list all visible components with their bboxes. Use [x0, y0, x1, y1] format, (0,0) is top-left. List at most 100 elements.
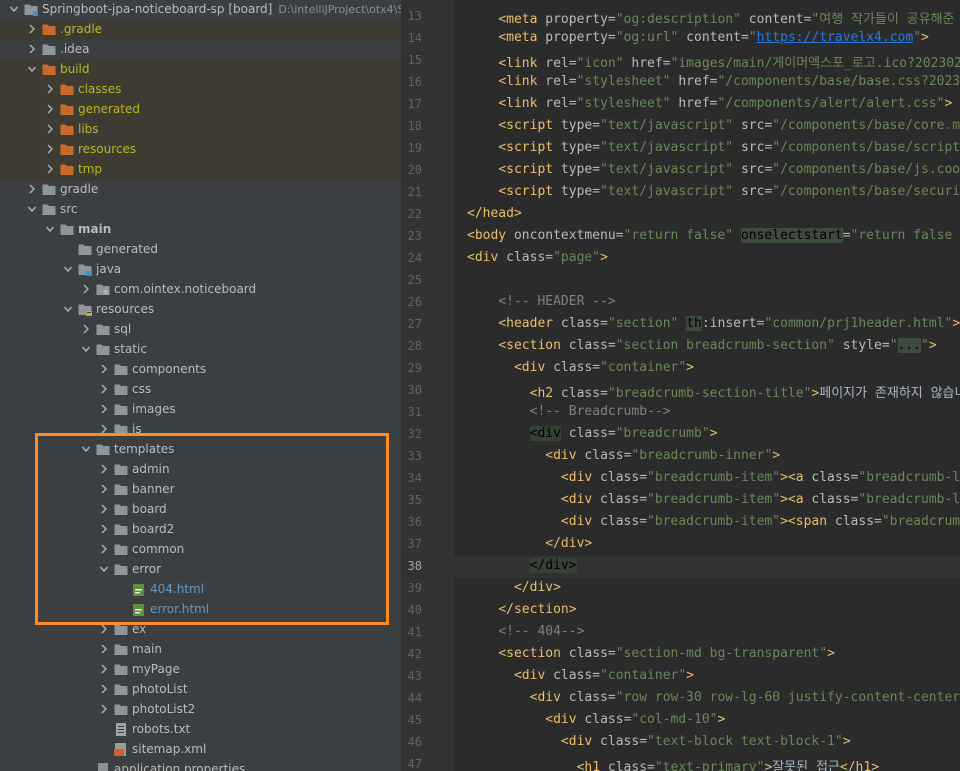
- chevron-right-icon[interactable]: [99, 703, 109, 715]
- chevron-right-icon[interactable]: [45, 163, 55, 175]
- tree-item[interactable]: generated: [0, 240, 401, 260]
- tree-item[interactable]: board2: [0, 520, 401, 540]
- tree-item[interactable]: images: [0, 400, 401, 420]
- code-line[interactable]: 19 <script type="text/javascript" src="/…: [404, 138, 960, 160]
- chevron-right-icon[interactable]: [99, 663, 109, 675]
- tree-item[interactable]: com.ointex.noticeboard: [0, 280, 401, 300]
- chevron-right-icon[interactable]: [45, 123, 55, 135]
- chevron-right-icon[interactable]: [99, 483, 109, 495]
- code-line[interactable]: 28 <section class="section breadcrumb-se…: [404, 336, 960, 358]
- chevron-right-icon[interactable]: [99, 683, 109, 695]
- code-line[interactable]: 47 <h1 class="text-primary">잘못된 접근</h1>: [404, 754, 960, 771]
- tree-item[interactable]: main: [0, 640, 401, 660]
- chevron-down-icon[interactable]: [81, 443, 91, 455]
- tree-item[interactable]: sql: [0, 320, 401, 340]
- tree-item[interactable]: admin: [0, 460, 401, 480]
- chevron-down-icon[interactable]: [81, 343, 91, 355]
- chevron-right-icon[interactable]: [99, 623, 109, 635]
- tree-item[interactable]: application.properties: [0, 760, 401, 771]
- code-line[interactable]: 15 <link rel="icon" href="images/main/게이…: [404, 50, 960, 72]
- tree-item[interactable]: resources: [0, 300, 401, 320]
- tree-item[interactable]: java: [0, 260, 401, 280]
- code-line[interactable]: 24 <div class="page">: [404, 248, 960, 270]
- tree-item[interactable]: common: [0, 540, 401, 560]
- chevron-right-icon[interactable]: [45, 143, 55, 155]
- tree-item[interactable]: js: [0, 420, 401, 440]
- code-line[interactable]: 35 <div class="breadcrumb-item"><a class…: [404, 490, 960, 512]
- chevron-down-icon[interactable]: [9, 3, 19, 15]
- tree-item[interactable]: myPage: [0, 660, 401, 680]
- tree-item[interactable]: photoList2: [0, 700, 401, 720]
- project-tree-panel[interactable]: Springboot-jpa-noticeboard-sp [board] D:\…: [0, 0, 401, 771]
- chevron-right-icon[interactable]: [99, 643, 109, 655]
- code-line[interactable]: 38 </div>: [404, 556, 960, 578]
- code-line[interactable]: 30 <h2 class="breadcrumb-section-title">…: [404, 380, 960, 402]
- code-line[interactable]: 21 <script type="text/javascript" src="/…: [404, 182, 960, 204]
- code-line[interactable]: 42 <section class="section-md bg-transpa…: [404, 644, 960, 666]
- tree-item[interactable]: templates: [0, 440, 401, 460]
- chevron-down-icon[interactable]: [63, 263, 73, 275]
- code-line[interactable]: 41 <!-- 404-->: [404, 622, 960, 644]
- chevron-right-icon[interactable]: [45, 103, 55, 115]
- chevron-down-icon[interactable]: [99, 563, 109, 575]
- tree-item[interactable]: tmp: [0, 160, 401, 180]
- chevron-down-icon[interactable]: [63, 303, 73, 315]
- code-line[interactable]: 31 <!-- Breadcrumb-->: [404, 402, 960, 424]
- tree-item[interactable]: resources: [0, 140, 401, 160]
- code-line[interactable]: 13 <meta property="og:description" conte…: [404, 6, 960, 28]
- chevron-down-icon[interactable]: [27, 63, 37, 75]
- code-line[interactable]: 20 <script type="text/javascript" src="/…: [404, 160, 960, 182]
- chevron-right-icon[interactable]: [99, 423, 109, 435]
- chevron-down-icon[interactable]: [27, 203, 37, 215]
- tree-item[interactable]: components: [0, 360, 401, 380]
- code-line[interactable]: 43 <div class="container">: [404, 666, 960, 688]
- tree-item[interactable]: css: [0, 380, 401, 400]
- code-line[interactable]: 22 </head>: [404, 204, 960, 226]
- code-line[interactable]: 25: [404, 270, 960, 292]
- code-line[interactable]: 40 </section>: [404, 600, 960, 622]
- code-line[interactable]: 14 <meta property="og:url" content="http…: [404, 28, 960, 50]
- code-line[interactable]: 27 <header class="section" th:insert="co…: [404, 314, 960, 336]
- code-line[interactable]: 36 <div class="breadcrumb-item"><span cl…: [404, 512, 960, 534]
- chevron-right-icon[interactable]: [27, 23, 37, 35]
- code-editor[interactable]: 13 <meta property = "og:description" conte…: [404, 0, 960, 771]
- tree-item[interactable]: build: [0, 60, 401, 80]
- tree-item[interactable]: classes: [0, 80, 401, 100]
- tree-item[interactable]: banner: [0, 480, 401, 500]
- tree-item[interactable]: 404.html: [0, 580, 401, 600]
- code-line[interactable]: 18 <script type="text/javascript" src="/…: [404, 116, 960, 138]
- code-line[interactable]: 23 <body oncontextmenu="return false" ons…: [404, 226, 960, 248]
- code-line[interactable]: 29 <div class="container">: [404, 358, 960, 380]
- code-line[interactable]: 37 </div>: [404, 534, 960, 556]
- tree-item[interactable]: photoList: [0, 680, 401, 700]
- chevron-right-icon[interactable]: [99, 403, 109, 415]
- code-line[interactable]: 16 <link rel="stylesheet" href="/compone…: [404, 72, 960, 94]
- tree-item[interactable]: robots.txt: [0, 720, 401, 740]
- chevron-right-icon[interactable]: [99, 463, 109, 475]
- tree-item[interactable]: libs: [0, 120, 401, 140]
- tree-item[interactable]: error: [0, 560, 401, 580]
- chevron-right-icon[interactable]: [81, 283, 91, 295]
- tree-item[interactable]: src: [0, 200, 401, 220]
- tree-item[interactable]: main: [0, 220, 401, 240]
- code-line[interactable]: 34 <div class="breadcrumb-item"><a class…: [404, 468, 960, 490]
- tree-item[interactable]: generated: [0, 100, 401, 120]
- tree-item[interactable]: static: [0, 340, 401, 360]
- tree-item[interactable]: .idea: [0, 40, 401, 60]
- code-line[interactable]: 26 <!-- HEADER -->: [404, 292, 960, 314]
- chevron-down-icon[interactable]: [45, 223, 55, 235]
- chevron-right-icon[interactable]: [99, 503, 109, 515]
- code-line[interactable]: 46 <div class="text-block text-block-1">: [404, 732, 960, 754]
- chevron-right-icon[interactable]: [27, 183, 37, 195]
- code-line[interactable]: 33 <div class="breadcrumb-inner">: [404, 446, 960, 468]
- chevron-right-icon[interactable]: [99, 543, 109, 555]
- chevron-right-icon[interactable]: [81, 323, 91, 335]
- tree-item[interactable]: sitemap.xml: [0, 740, 401, 760]
- chevron-right-icon[interactable]: [99, 363, 109, 375]
- chevron-right-icon[interactable]: [45, 83, 55, 95]
- code-line[interactable]: 39 </div>: [404, 578, 960, 600]
- tree-item[interactable]: Springboot-jpa-noticeboard-sp [board] D:\…: [0, 0, 401, 20]
- chevron-right-icon[interactable]: [27, 43, 37, 55]
- tree-item[interactable]: board: [0, 500, 401, 520]
- code-line[interactable]: 44 <div class="row row-30 row-lg-60 just…: [404, 688, 960, 710]
